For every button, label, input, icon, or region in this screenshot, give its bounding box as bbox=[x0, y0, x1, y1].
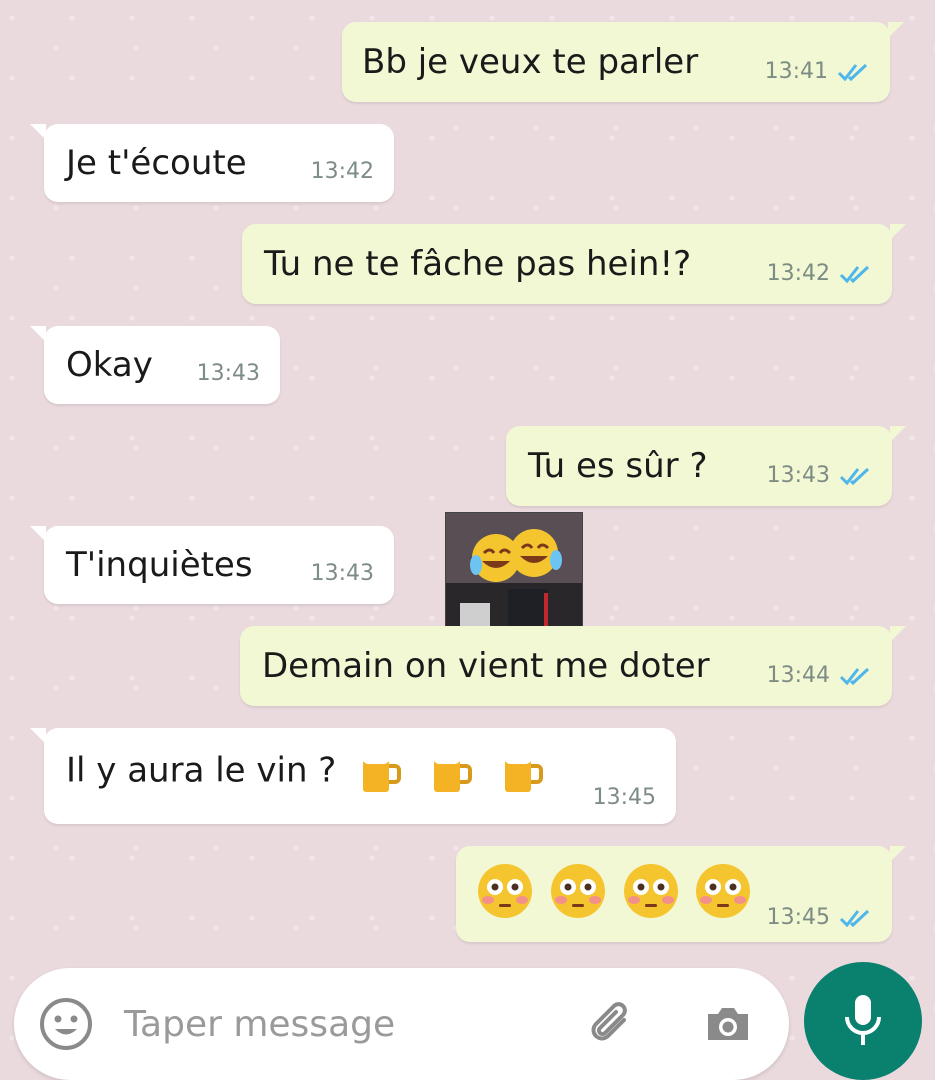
message-time: 13:43 bbox=[766, 463, 830, 488]
message-bubble-incoming[interactable]: Je t'écoute 13:42 bbox=[30, 124, 394, 202]
message-input[interactable]: Taper message bbox=[124, 1004, 395, 1045]
double-check-icon bbox=[839, 667, 870, 685]
beer-mug-icon bbox=[433, 754, 472, 792]
message-text: Il y aura le vin ? bbox=[66, 750, 543, 794]
message-text: Bb je veux te parler bbox=[362, 42, 699, 82]
double-check-icon bbox=[839, 909, 870, 927]
flushed-face-icon bbox=[623, 864, 678, 918]
message-time: 13:45 bbox=[592, 785, 656, 810]
flushed-face-icon bbox=[550, 864, 605, 918]
microphone-icon bbox=[845, 995, 881, 1045]
message-bubble-incoming[interactable]: Il y aura le vin ? 13:45 bbox=[30, 728, 676, 824]
smiley-icon[interactable] bbox=[38, 996, 94, 1052]
message-text: Tu es sûr ? bbox=[528, 446, 708, 486]
message-bubble-incoming[interactable]: T'inquiètes 13:43 bbox=[30, 526, 394, 604]
message-time: 13:42 bbox=[310, 159, 374, 184]
beer-mug-icon bbox=[504, 754, 543, 792]
message-time: 13:42 bbox=[766, 261, 830, 286]
double-check-icon bbox=[839, 467, 870, 485]
message-text-content: Il y aura le vin ? bbox=[66, 750, 337, 791]
message-text: Je t'écoute bbox=[66, 143, 247, 183]
paperclip-icon[interactable] bbox=[584, 996, 640, 1052]
camera-icon[interactable] bbox=[700, 996, 756, 1052]
message-text: Tu ne te fâche pas hein!? bbox=[264, 244, 692, 284]
flushed-face-icon bbox=[696, 864, 751, 918]
message-input-bar[interactable]: Taper message bbox=[14, 968, 789, 1080]
message-time: 13:41 bbox=[764, 59, 828, 84]
message-bubble-outgoing[interactable]: Tu ne te fâche pas hein!? 13:42 bbox=[242, 224, 906, 304]
message-text: Demain on vient me doter bbox=[262, 646, 710, 686]
message-time: 13:44 bbox=[766, 663, 830, 688]
double-check-icon bbox=[839, 265, 870, 283]
message-bubble-incoming[interactable]: Okay 13:43 bbox=[30, 326, 280, 404]
message-time: 13:43 bbox=[310, 561, 374, 586]
message-emojis bbox=[476, 862, 752, 929]
flushed-face-icon bbox=[478, 864, 532, 918]
beer-mug-icon bbox=[363, 754, 402, 792]
message-time: 13:45 bbox=[766, 905, 830, 930]
message-time: 13:43 bbox=[196, 361, 260, 386]
double-check-icon bbox=[837, 63, 868, 81]
message-bubble-outgoing[interactable]: 13:45 bbox=[456, 846, 906, 942]
message-text: Okay bbox=[66, 345, 153, 385]
message-bubble-outgoing[interactable]: Demain on vient me doter 13:44 bbox=[240, 626, 906, 706]
microphone-button[interactable] bbox=[804, 962, 922, 1080]
message-text: T'inquiètes bbox=[66, 545, 253, 585]
message-bubble-outgoing[interactable]: Bb je veux te parler 13:41 bbox=[342, 22, 904, 102]
message-bubble-outgoing[interactable]: Tu es sûr ? 13:43 bbox=[506, 426, 906, 506]
